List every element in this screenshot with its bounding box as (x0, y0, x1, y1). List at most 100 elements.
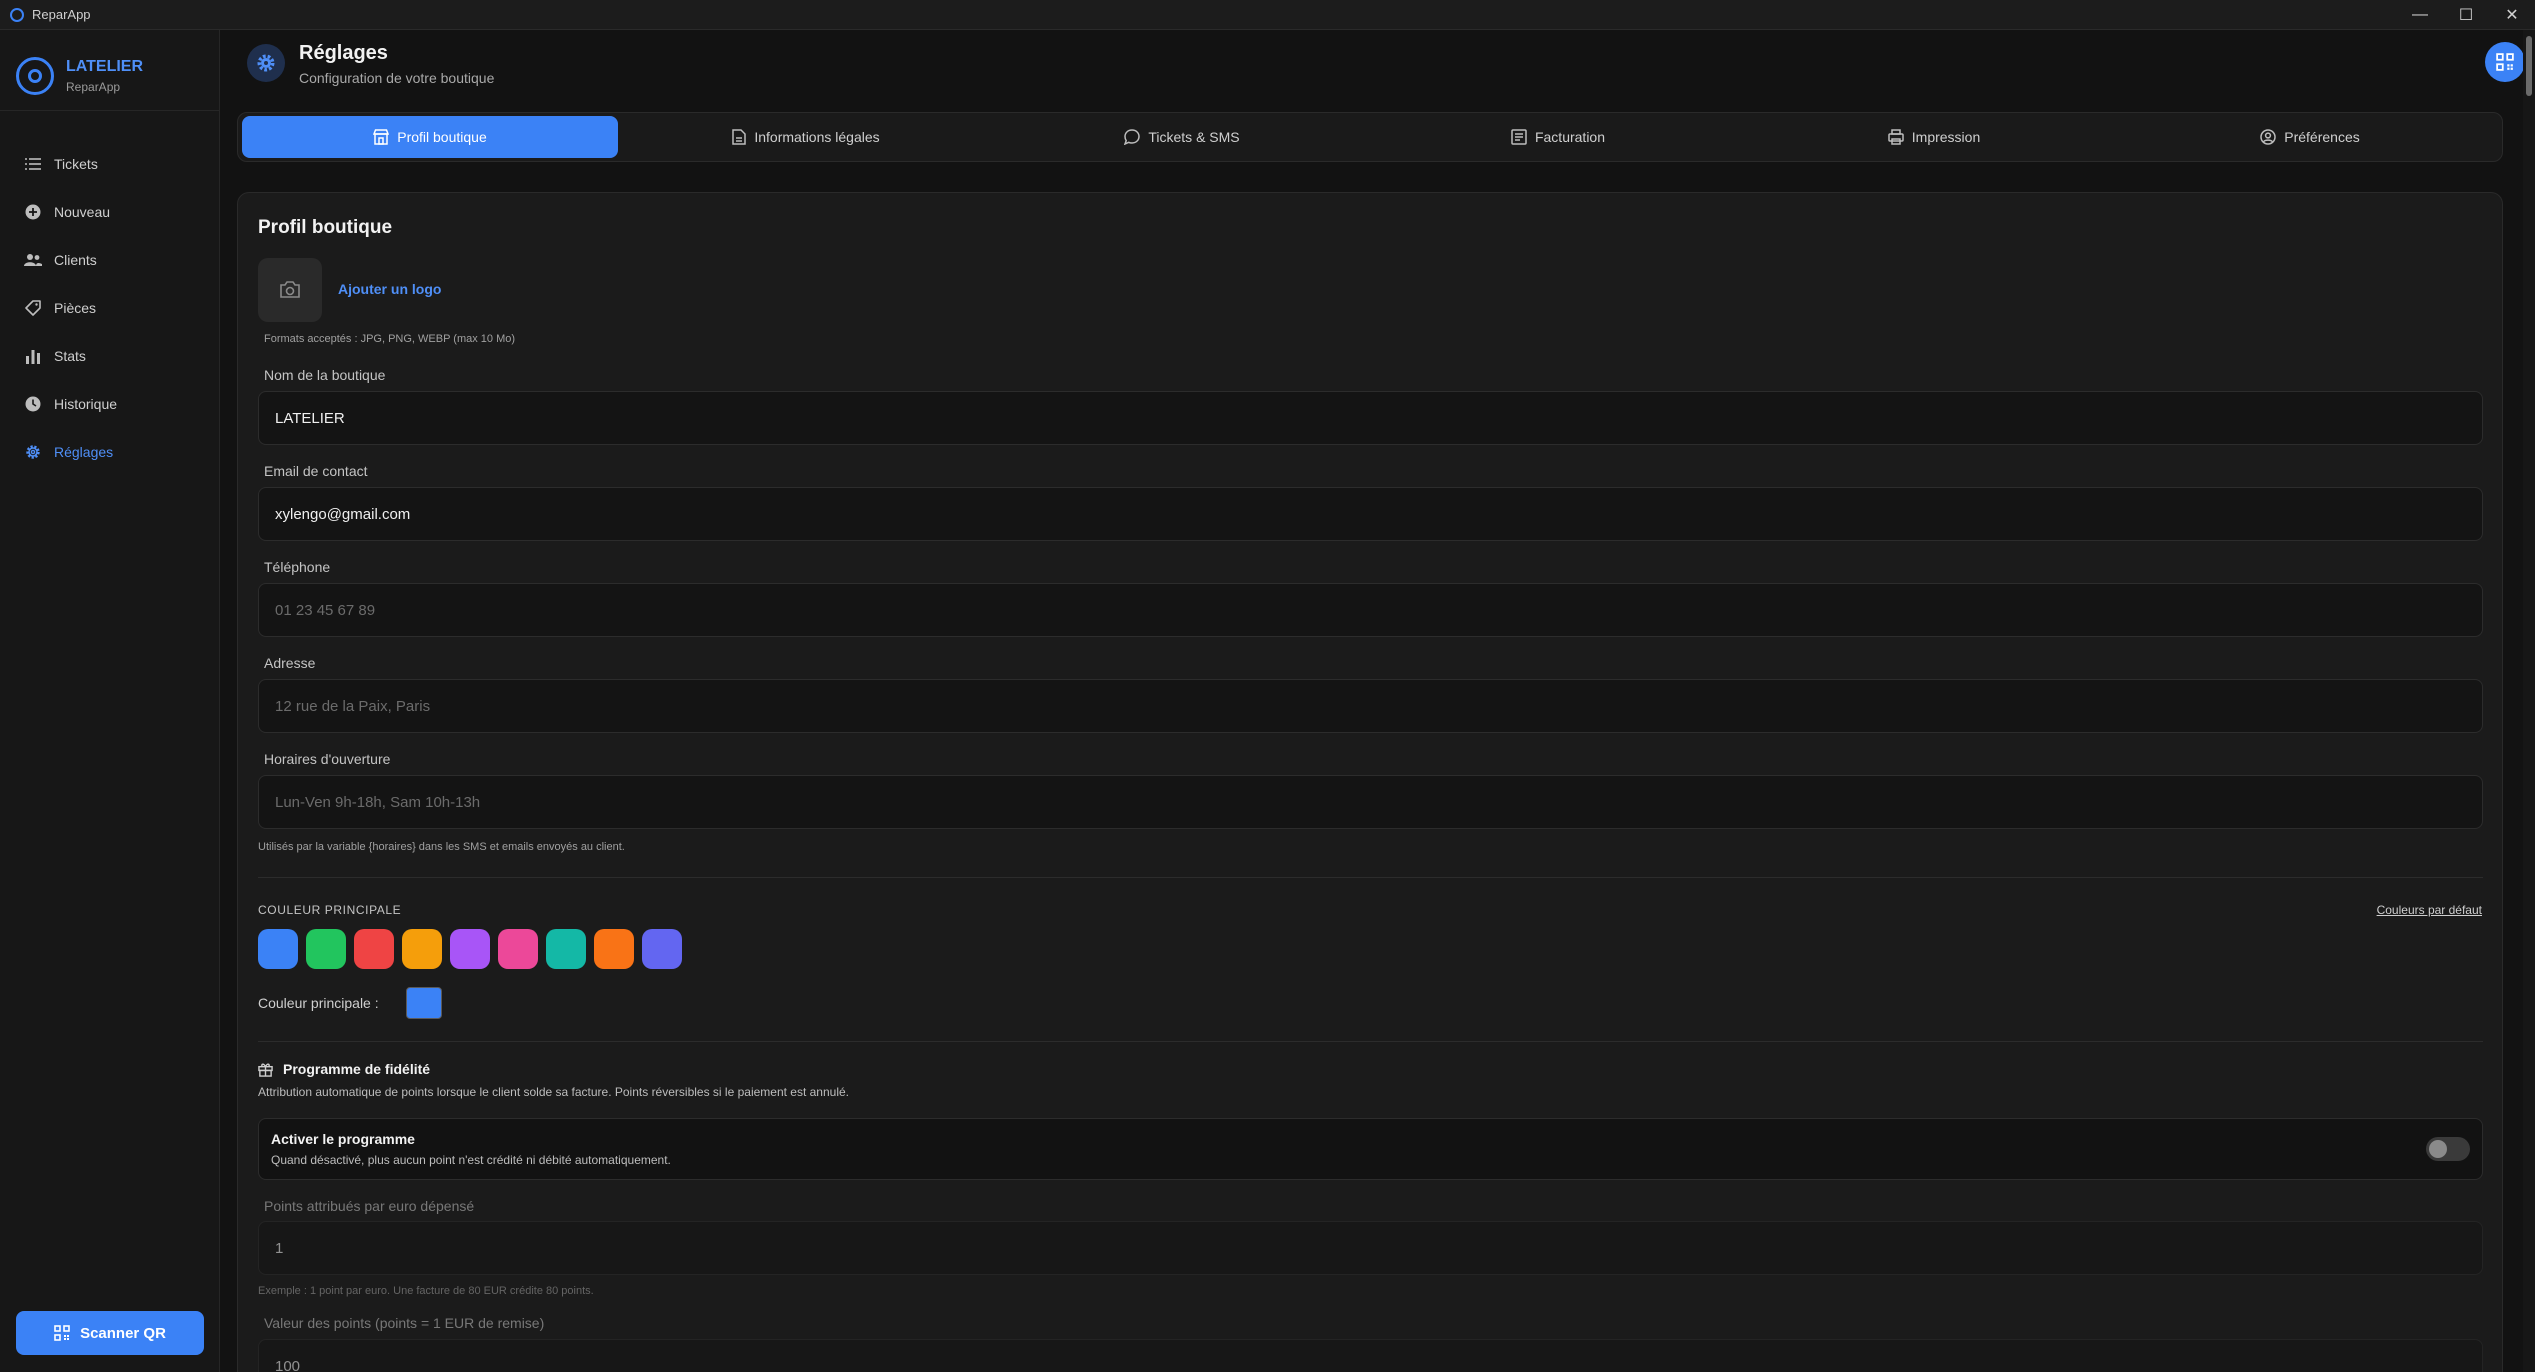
add-logo-link[interactable]: Ajouter un logo (338, 281, 441, 297)
page-title: Réglages (299, 42, 388, 64)
tab-impression[interactable]: Impression (1746, 116, 2122, 158)
brand-name: LATELIER (66, 58, 144, 75)
color-swatch[interactable] (402, 929, 442, 969)
clock-icon (24, 395, 42, 413)
tab-informations-legales[interactable]: Informations légales (618, 116, 994, 158)
tab-tickets-sms[interactable]: Tickets & SMS (994, 116, 1370, 158)
app-icon (10, 7, 24, 22)
store-icon (373, 129, 390, 145)
gear-icon (24, 443, 42, 461)
loyalty-title: Programme de fidélité (258, 1061, 430, 1077)
close-button[interactable]: ✕ (2489, 0, 2535, 30)
page-header: Réglages Configuration de votre boutique (235, 30, 2525, 110)
tab-label: Facturation (1534, 129, 1606, 145)
hours-input[interactable] (258, 775, 2483, 829)
sidebar-item-label: Clients (54, 252, 97, 268)
settings-tabs: Profil boutique Informations légales Tic… (237, 112, 2503, 162)
current-color-chip[interactable] (406, 987, 442, 1019)
plus-circle-icon (24, 203, 42, 221)
main-color-label: COULEUR PRINCIPALE (258, 903, 402, 917)
address-label: Adresse (264, 655, 316, 671)
bar-chart-icon (24, 347, 42, 365)
sidebar-item-label: Historique (54, 396, 118, 412)
color-swatch[interactable] (642, 929, 682, 969)
sidebar-item-tickets[interactable]: Tickets (14, 140, 206, 188)
points-per-euro-input[interactable] (258, 1221, 2483, 1275)
color-swatches (258, 929, 690, 969)
color-swatch[interactable] (306, 929, 346, 969)
color-swatch[interactable] (450, 929, 490, 969)
sidebar-item-label: Pièces (54, 300, 97, 316)
section-divider (258, 1041, 2483, 1042)
logo-upload-box[interactable] (258, 258, 322, 322)
gift-icon (258, 1063, 273, 1077)
tab-label: Profil boutique (397, 129, 487, 145)
sidebar-item-label: Stats (54, 348, 86, 364)
brand-subtitle: ReparApp (66, 80, 121, 94)
logo-formats-hint: Formats acceptés : JPG, PNG, WEBP (max 1… (264, 333, 516, 345)
hours-label: Horaires d'ouverture (264, 751, 391, 767)
user-circle-icon (2260, 129, 2276, 145)
default-colors-link[interactable]: Couleurs par défaut (2377, 903, 2482, 917)
scan-qr-button[interactable]: Scanner QR (16, 1311, 204, 1355)
qr-code-button[interactable] (2485, 42, 2525, 82)
settings-gear-icon (247, 44, 285, 82)
brand: LATELIER ReparApp (16, 46, 216, 106)
sidebar-item-reglages[interactable]: Réglages (14, 428, 206, 476)
tab-facturation[interactable]: Facturation (1370, 116, 1746, 158)
loyalty-toggle-row: Activer le programme Quand désactivé, pl… (258, 1118, 2483, 1180)
points-hint: Exemple : 1 point par euro. Une facture … (258, 1285, 594, 1297)
invoice-icon (1511, 129, 1527, 145)
main-content: Réglages Configuration de votre boutique… (221, 30, 2525, 1372)
points-value-label: Valeur des points (points = 1 EUR de rem… (264, 1315, 545, 1331)
window-titlebar: ReparApp — ☐ ✕ (0, 0, 2535, 30)
qr-icon (54, 1325, 70, 1341)
window-controls: — ☐ ✕ (2397, 0, 2535, 30)
color-swatch[interactable] (354, 929, 394, 969)
document-icon (732, 129, 747, 145)
color-swatch[interactable] (498, 929, 538, 969)
qr-icon (2496, 53, 2514, 71)
printer-icon (1888, 129, 1904, 145)
sidebar-item-nouveau[interactable]: Nouveau (14, 188, 206, 236)
sidebar-item-label: Tickets (54, 156, 98, 172)
profile-card: Profil boutique Ajouter un logo Formats … (237, 192, 2503, 1372)
tab-label: Tickets & SMS (1148, 129, 1240, 145)
phone-input[interactable] (258, 583, 2483, 637)
camera-icon (280, 281, 300, 298)
tab-label: Préférences (2284, 129, 2360, 145)
address-input[interactable] (258, 679, 2483, 733)
color-swatch[interactable] (546, 929, 586, 969)
loyalty-toggle-switch[interactable] (2426, 1137, 2470, 1161)
tab-label: Impression (1911, 129, 1981, 145)
color-swatch[interactable] (594, 929, 634, 969)
maximize-button[interactable]: ☐ (2443, 0, 2489, 30)
sidebar-item-pieces[interactable]: Pièces (14, 284, 206, 332)
sidebar-item-stats[interactable]: Stats (14, 332, 206, 380)
page-subtitle: Configuration de votre boutique (299, 70, 495, 86)
sidebar-item-label: Réglages (54, 444, 114, 460)
tab-preferences[interactable]: Préférences (2122, 116, 2498, 158)
email-label: Email de contact (264, 463, 368, 479)
shop-name-input[interactable] (258, 391, 2483, 445)
tab-profil-boutique[interactable]: Profil boutique (242, 116, 618, 158)
points-value-input[interactable] (258, 1339, 2483, 1372)
section-divider (258, 877, 2483, 878)
current-color-label: Couleur principale : (258, 995, 379, 1011)
color-swatch[interactable] (258, 929, 298, 969)
sidebar-item-clients[interactable]: Clients (14, 236, 206, 284)
brand-logo-icon (16, 57, 54, 95)
loyalty-title-text: Programme de fidélité (283, 1061, 431, 1077)
chat-bubble-icon (1124, 129, 1141, 145)
scan-qr-label: Scanner QR (80, 1324, 166, 1342)
points-per-euro-label: Points attribués par euro dépensé (264, 1198, 475, 1214)
loyalty-description: Attribution automatique de points lorsqu… (258, 1085, 849, 1099)
toggle-title: Activer le programme (271, 1131, 415, 1147)
hours-hint: Utilisés par la variable {horaires} dans… (258, 841, 625, 853)
minimize-button[interactable]: — (2397, 0, 2443, 30)
tag-icon (24, 299, 42, 317)
toggle-description: Quand désactivé, plus aucun point n'est … (271, 1153, 671, 1167)
main-scrollbar[interactable] (2523, 30, 2535, 1372)
email-input[interactable] (258, 487, 2483, 541)
sidebar-item-historique[interactable]: Historique (14, 380, 206, 428)
